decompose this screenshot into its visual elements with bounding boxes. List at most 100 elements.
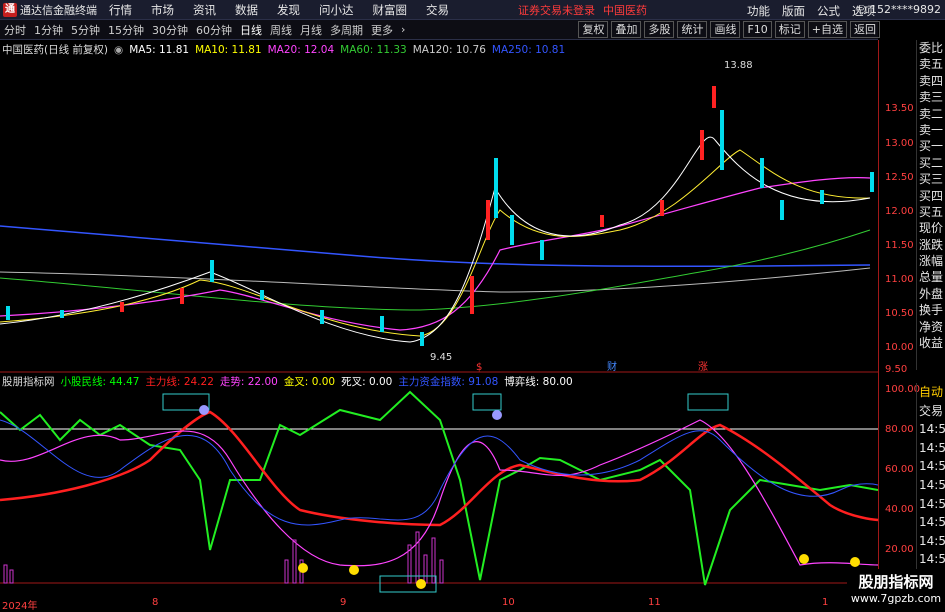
tick-time: 14:56: [919, 477, 945, 492]
main-menu: 行情 市场 资讯 数据 发现 问小达 财富圈 交易: [109, 2, 468, 18]
indicator-tick-1: 100.00: [885, 384, 920, 395]
quote-panel: 委比 卖五 卖四 卖三 卖二 卖一 买一 买二 买三 买四 买五 现价 涨跌 涨…: [916, 40, 945, 370]
quote-label[interactable]: 现价: [917, 220, 945, 236]
menu-item-layout[interactable]: 版面: [782, 3, 805, 19]
price-tick-7: 10.50: [885, 308, 914, 319]
price-axis: 13.50 13.00 12.50 12.00 11.50 11.00 10.5…: [878, 40, 920, 583]
period-tab-5min[interactable]: 5分钟: [71, 22, 100, 38]
quote-label[interactable]: 收益: [917, 335, 945, 351]
menu-item-ask[interactable]: 问小达: [319, 2, 354, 18]
period-tab-daily[interactable]: 日线: [240, 22, 262, 38]
quote-label[interactable]: 买四: [917, 188, 945, 204]
menu-item-wealth-circle[interactable]: 财富圈: [373, 2, 408, 18]
user-account[interactable]: ⚇ 152****9892: [857, 3, 941, 16]
date-axis: 2024年 8 9 10 11 1: [0, 597, 878, 612]
trade-panel: 自动 交易 14:56 14:56 14:56 14:56 14:56 14:5…: [916, 383, 945, 583]
tick-time: 14:56: [919, 552, 945, 567]
price-tick-8: 10.00: [885, 342, 914, 353]
period-tab-weekly[interactable]: 周线: [270, 22, 292, 38]
volume-bars: [3, 531, 444, 584]
watermark-title: 股朋指标网: [858, 573, 934, 591]
quote-label[interactable]: 外盘: [917, 286, 945, 302]
event-marker-dollar: $: [476, 362, 482, 373]
trade-login-text: 证券交易未登录: [518, 3, 595, 17]
overlay-button[interactable]: 叠加: [611, 21, 642, 38]
price-tick-9: 9.50: [885, 364, 908, 375]
right-menu: 功能 版面 公式 选项: [735, 3, 875, 19]
chart-area[interactable]: 中国医药(日线 前复权) ◉ MA5: 11.81 MA10: 11.81 MA…: [0, 40, 878, 600]
smiley-icons: [199, 405, 860, 589]
menu-item-news[interactable]: 资讯: [193, 2, 216, 18]
menu-item-data[interactable]: 数据: [235, 2, 258, 18]
menu-item-formula[interactable]: 公式: [817, 3, 840, 19]
period-tab-30min[interactable]: 30分钟: [152, 22, 188, 38]
multi-stock-button[interactable]: 多股: [644, 21, 675, 38]
trade-label[interactable]: 交易: [917, 402, 945, 421]
quote-label[interactable]: 委比: [917, 40, 945, 56]
tick-time: 14:56: [919, 440, 945, 455]
tick-time: 14:56: [919, 533, 945, 548]
price-tick-1: 13.50: [885, 103, 914, 114]
quote-label[interactable]: 卖五: [917, 56, 945, 72]
ma20-line: [0, 177, 871, 331]
quote-label[interactable]: 买一: [917, 138, 945, 154]
title-bar: 通 通达信金融终端 行情 市场 资讯 数据 发现 问小达 财富圈 交易 证券交易…: [0, 0, 945, 20]
period-tab-15min[interactable]: 15分钟: [108, 22, 144, 38]
quote-label[interactable]: 涨跌: [917, 237, 945, 253]
event-marker-rise: 涨: [698, 361, 708, 373]
date-tick: 10: [502, 597, 515, 608]
price-tick-3: 12.50: [885, 172, 914, 183]
price-tick-5: 11.50: [885, 240, 914, 251]
menu-item-function[interactable]: 功能: [747, 3, 770, 19]
quote-label[interactable]: 卖一: [917, 122, 945, 138]
event-marker-finance: 财: [607, 360, 617, 373]
date-tick: 1: [822, 597, 829, 608]
capital-index-blue: [0, 419, 878, 526]
indicator-tick-2: 80.00: [885, 424, 914, 435]
quote-label[interactable]: 总量: [917, 269, 945, 285]
more-chevron-icon[interactable]: ›: [401, 23, 405, 36]
auto-trade-label[interactable]: 自动: [917, 383, 945, 402]
menu-item-market[interactable]: 行情: [109, 2, 132, 18]
quote-label[interactable]: 卖四: [917, 73, 945, 89]
watermark-url: www.7gpzb.com: [850, 592, 942, 605]
app-title: 通达信金融终端: [20, 3, 97, 17]
date-tick: 2024年: [2, 601, 38, 612]
app-logo-icon: 通: [3, 2, 17, 17]
quote-label[interactable]: 卖三: [917, 89, 945, 105]
quote-label[interactable]: 买二: [917, 155, 945, 171]
period-tab-timeshare[interactable]: 分时: [4, 22, 26, 38]
candlesticks: [6, 86, 874, 346]
quote-label[interactable]: 净资: [917, 319, 945, 335]
menu-item-trade[interactable]: 交易: [426, 2, 449, 18]
draw-line-button[interactable]: 画线: [710, 21, 741, 38]
period-tab-multi[interactable]: 多周期: [330, 22, 363, 38]
user-phone: 152****9892: [870, 3, 941, 16]
quote-label[interactable]: 换手: [917, 302, 945, 318]
quote-label[interactable]: 买三: [917, 171, 945, 187]
trade-login-notice[interactable]: 证券交易未登录 中国医药: [518, 2, 647, 18]
quote-label[interactable]: 涨幅: [917, 253, 945, 269]
date-tick: 8: [152, 597, 159, 608]
period-tab-1min[interactable]: 1分钟: [34, 22, 63, 38]
stats-button[interactable]: 统计: [677, 21, 708, 38]
add-watchlist-button[interactable]: +自选: [807, 21, 847, 38]
adjust-button[interactable]: 复权: [578, 21, 609, 38]
mark-button[interactable]: 标记: [774, 21, 805, 38]
period-tab-60min[interactable]: 60分钟: [196, 22, 232, 38]
menu-item-market-center[interactable]: 市场: [151, 2, 174, 18]
quote-label[interactable]: 买五: [917, 204, 945, 220]
quote-label[interactable]: 卖二: [917, 106, 945, 122]
tick-time: 14:56: [919, 459, 945, 474]
date-tick: 9: [340, 597, 347, 608]
period-tab-monthly[interactable]: 月线: [300, 22, 322, 38]
back-button[interactable]: 返回: [850, 21, 880, 38]
chart-toolbar: 复权 叠加 多股 统计 画线 F10 标记 +自选 返回: [575, 21, 880, 38]
ma10-line: [0, 149, 871, 337]
price-tick-2: 13.00: [885, 138, 914, 149]
menu-item-discover[interactable]: 发现: [277, 2, 300, 18]
indicator-tick-5: 20.00: [885, 544, 914, 555]
tick-time: 14:56: [919, 496, 945, 511]
period-tab-more[interactable]: 更多: [371, 22, 393, 38]
f10-button[interactable]: F10: [743, 21, 772, 38]
